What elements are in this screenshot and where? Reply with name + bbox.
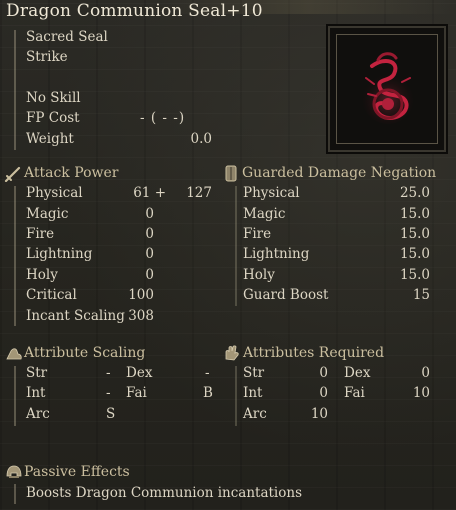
required-dex-label: Dex bbox=[344, 365, 371, 381]
attack-fire-label: Fire bbox=[26, 226, 55, 242]
required-fai-label: Fai bbox=[344, 385, 365, 401]
scaling-arc-value: S bbox=[106, 406, 116, 422]
weight-label: Weight bbox=[26, 131, 74, 147]
required-dex-value: 0 bbox=[421, 365, 430, 381]
item-image-frame bbox=[326, 24, 448, 154]
incant-scaling-value: 308 bbox=[128, 308, 154, 324]
passive-effects-header: Passive Effects bbox=[24, 464, 130, 480]
guard-magic-label: Magic bbox=[243, 206, 286, 222]
info-rule bbox=[14, 30, 16, 150]
attack-critical-label: Critical bbox=[26, 287, 77, 303]
scaling-rule bbox=[14, 366, 16, 426]
attributes-required-header: Attributes Required bbox=[243, 345, 385, 361]
sword-icon bbox=[4, 166, 21, 182]
passive-rule bbox=[14, 484, 16, 504]
guard-physical-value: 25.0 bbox=[399, 185, 430, 201]
guarded-damage-header: Guarded Damage Negation bbox=[242, 165, 437, 181]
incant-scaling-label: Incant Scaling bbox=[26, 308, 125, 324]
guard-holy-value: 15.0 bbox=[399, 267, 430, 283]
required-rule bbox=[235, 366, 237, 426]
guard-boost-value: 15 bbox=[412, 287, 430, 303]
required-str-label: Str bbox=[243, 365, 265, 381]
guard-fire-value: 15.0 bbox=[399, 226, 430, 242]
fp-cost-value: - ( - -) bbox=[140, 110, 186, 126]
scaling-int-label: Int bbox=[26, 385, 46, 401]
guard-magic-value: 15.0 bbox=[399, 206, 430, 222]
attack-holy-value: 0 bbox=[145, 267, 154, 283]
attack-power-header: Attack Power bbox=[24, 165, 119, 181]
attack-holy-label: Holy bbox=[26, 267, 58, 283]
required-fai-value: 10 bbox=[412, 385, 430, 401]
dragon-seal-icon bbox=[362, 52, 414, 124]
scaling-str-label: Str bbox=[26, 365, 48, 381]
required-arc-value: 10 bbox=[310, 406, 328, 422]
required-str-value: 0 bbox=[319, 365, 328, 381]
passive-effect-text: Boosts Dragon Communion incantations bbox=[26, 485, 302, 501]
attack-critical-value: 100 bbox=[128, 287, 154, 303]
shield-icon bbox=[225, 165, 237, 182]
attack-lightning-value: 0 bbox=[145, 246, 154, 262]
required-int-label: Int bbox=[243, 385, 263, 401]
scaling-dex-value: - bbox=[205, 365, 210, 381]
skill-name: No Skill bbox=[26, 90, 81, 106]
hand-icon bbox=[225, 345, 239, 361]
guard-fire-label: Fire bbox=[243, 226, 272, 242]
scaling-fai-label: Fai bbox=[126, 385, 147, 401]
attack-physical-base: 61 + bbox=[133, 185, 166, 201]
scaling-arc-label: Arc bbox=[26, 406, 50, 422]
attack-fire-value: 0 bbox=[145, 226, 154, 242]
attack-power-rule bbox=[14, 186, 16, 326]
weight-value: 0.0 bbox=[190, 131, 212, 147]
attack-magic-label: Magic bbox=[26, 206, 69, 222]
guard-lightning-label: Lightning bbox=[243, 246, 310, 262]
attack-physical-bonus: 127 bbox=[186, 185, 212, 201]
required-arc-label: Arc bbox=[243, 406, 267, 422]
attack-lightning-label: Lightning bbox=[26, 246, 93, 262]
guarded-rule bbox=[235, 186, 237, 306]
item-title: Dragon Communion Seal+10 bbox=[6, 1, 263, 21]
item-category: Sacred Seal bbox=[26, 29, 108, 45]
scaling-fai-value: B bbox=[203, 385, 213, 401]
flexed-arm-icon bbox=[6, 348, 22, 360]
attack-physical-label: Physical bbox=[26, 185, 83, 201]
guard-boost-label: Guard Boost bbox=[243, 287, 329, 303]
scaling-str-value: - bbox=[106, 365, 111, 381]
attack-magic-value: 0 bbox=[145, 206, 154, 222]
helmet-icon bbox=[6, 465, 22, 478]
guard-physical-label: Physical bbox=[243, 185, 300, 201]
guard-lightning-value: 15.0 bbox=[399, 246, 430, 262]
scaling-dex-label: Dex bbox=[126, 365, 153, 381]
scaling-int-value: - bbox=[106, 385, 111, 401]
attribute-scaling-header: Attribute Scaling bbox=[24, 345, 146, 361]
guard-holy-label: Holy bbox=[243, 267, 275, 283]
required-int-value: 0 bbox=[319, 385, 328, 401]
attack-type: Strike bbox=[26, 49, 68, 65]
fp-cost-label: FP Cost bbox=[26, 110, 80, 126]
